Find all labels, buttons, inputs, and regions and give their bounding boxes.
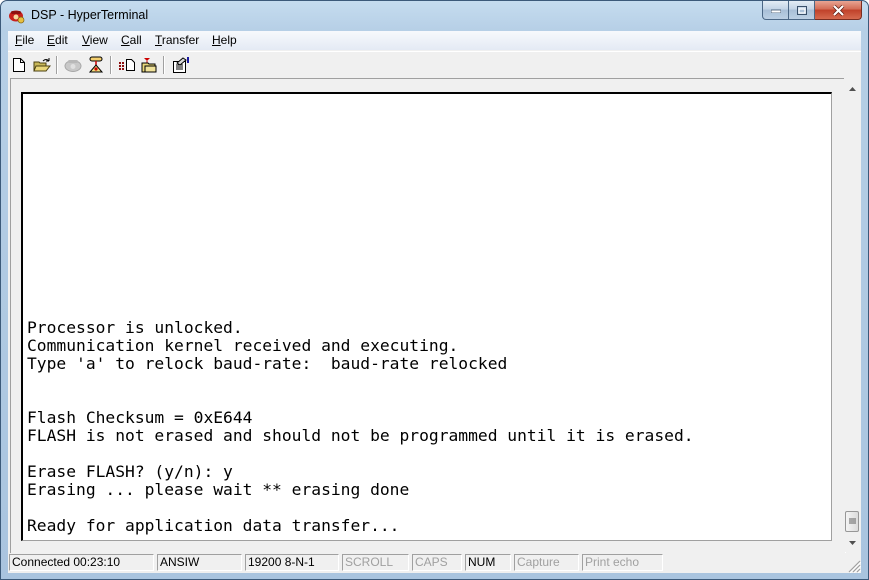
status-print-echo: Print echo	[582, 554, 663, 571]
client-area: File Edit View Call Transfer Help Proces…	[8, 31, 861, 573]
status-connection: Connected 00:23:10	[9, 554, 154, 571]
send-icon	[119, 59, 135, 71]
title-bar[interactable]: DSP - HyperTerminal	[1, 1, 868, 31]
toolbar-separator	[56, 56, 58, 74]
status-caps: CAPS	[412, 554, 462, 571]
connect-button[interactable]	[63, 55, 83, 75]
terminal-line: FLASH is not erased and should not be pr…	[27, 427, 694, 445]
minimize-button[interactable]	[762, 1, 789, 20]
toolbar-separator	[110, 56, 112, 74]
terminal-line-text: Communication kernel received and execut…	[27, 336, 459, 355]
maximize-button[interactable]	[789, 1, 815, 20]
status-num: NUM	[465, 554, 511, 571]
receive-button[interactable]	[139, 55, 159, 75]
terminal-line-text: Ready for application data transfer...	[27, 516, 400, 535]
arrow-down-icon	[849, 540, 856, 545]
terminal-line-text: Processor is unlocked.	[27, 318, 243, 337]
minimize-icon	[770, 9, 781, 13]
terminal-line: Type 'a' to relock baud-rate: baud-rate …	[27, 355, 694, 373]
terminal-line: ........................	[27, 535, 694, 541]
close-button[interactable]	[815, 1, 862, 20]
disconnect-icon	[88, 56, 104, 73]
terminal-line-text: Type 'a' to relock baud-rate: baud-rate …	[27, 354, 508, 373]
receive-icon	[141, 57, 156, 72]
terminal-line-text: ........................	[27, 534, 262, 541]
terminal-line: Ready for application data transfer...	[27, 517, 694, 535]
menu-file[interactable]: File	[15, 33, 34, 47]
connect-icon	[64, 60, 82, 72]
caption-buttons	[762, 1, 862, 21]
properties-icon	[173, 56, 189, 73]
status-bar: Connected 00:23:10 ANSIW 19200 8-N-1 SCR…	[8, 553, 861, 573]
terminal-screen[interactable]: Processor is unlocked. Communication kern…	[21, 92, 832, 541]
terminal-line-text: Erase FLASH? (y/n): y	[27, 462, 233, 481]
terminal-line: Erasing ... please wait ** erasing done	[27, 481, 694, 499]
hyperterminal-phone-icon	[9, 10, 25, 24]
resize-grip-icon[interactable]	[847, 559, 861, 573]
terminal-line-text: Flash Checksum = 0xE644	[27, 408, 253, 427]
terminal-line: Flash Checksum = 0xE644	[27, 409, 694, 427]
status-scroll: SCROLL	[342, 554, 409, 571]
menu-transfer[interactable]: Transfer	[155, 33, 199, 47]
scroll-thumb[interactable]	[845, 511, 859, 532]
scroll-up-button[interactable]	[844, 80, 861, 97]
toolbar-separator	[163, 56, 165, 74]
window-title: DSP - HyperTerminal	[31, 8, 149, 22]
terminal-line-text: FLASH is not erased and should not be pr…	[27, 426, 694, 445]
toolbar	[8, 51, 861, 78]
menu-edit[interactable]: Edit	[47, 33, 68, 47]
open-button[interactable]	[32, 55, 52, 75]
status-capture: Capture	[514, 554, 579, 571]
terminal-line: Processor is unlocked.	[27, 319, 694, 337]
hyperterminal-window: DSP - HyperTerminal File Edit View Call …	[0, 0, 869, 580]
maximize-icon	[796, 5, 807, 15]
status-emulation: ANSIW	[157, 554, 242, 571]
terminal-line: Erase FLASH? (y/n): y	[27, 463, 694, 481]
terminal-line: Communication kernel received and execut…	[27, 337, 694, 355]
menu-help[interactable]: Help	[212, 33, 237, 47]
arrow-up-icon	[849, 86, 856, 91]
new-connection-button[interactable]	[9, 55, 29, 75]
send-button[interactable]	[117, 55, 137, 75]
status-port-settings: 19200 8-N-1	[245, 554, 339, 571]
terminal-line-text: Erasing ... please wait ** erasing done	[27, 480, 410, 499]
scroll-down-button[interactable]	[844, 534, 861, 551]
close-icon	[832, 4, 844, 16]
open-icon	[33, 57, 51, 71]
disconnect-button[interactable]	[86, 55, 106, 75]
menu-bar: File Edit View Call Transfer Help	[8, 31, 861, 50]
terminal-output: Processor is unlocked. Communication kern…	[27, 103, 694, 541]
new-connection-icon	[13, 58, 25, 72]
grip-lines-icon	[848, 518, 856, 524]
menu-call[interactable]: Call	[121, 33, 142, 47]
menu-view[interactable]: View	[82, 33, 108, 47]
properties-button[interactable]	[171, 55, 191, 75]
vertical-scrollbar[interactable]	[844, 78, 861, 552]
